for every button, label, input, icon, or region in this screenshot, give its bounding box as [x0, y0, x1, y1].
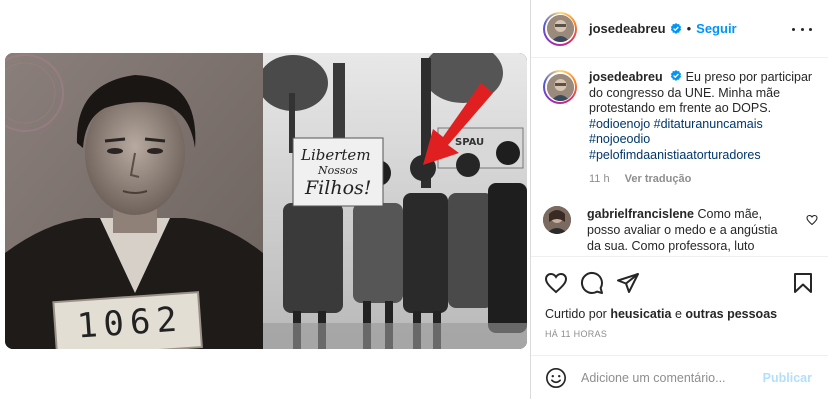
bookmark-icon[interactable] — [791, 271, 815, 295]
follow-button[interactable]: Seguir — [696, 21, 736, 36]
hashtag-link[interactable]: #ditaturanuncamais — [654, 117, 763, 131]
comment-item: gabrielfrancislene Como mãe, posso avali… — [543, 206, 818, 254]
comment-username[interactable]: gabrielfrancislene — [587, 207, 694, 221]
hashtag-link[interactable]: #pelofimdaanistiaatorturadores — [589, 148, 761, 162]
post-username[interactable]: josedeabreu — [589, 21, 666, 36]
likes-connector: e — [674, 307, 682, 321]
likes-prefix: Curtido por — [545, 307, 607, 321]
caption-avatar[interactable] — [543, 70, 577, 104]
emoji-icon[interactable] — [545, 367, 567, 389]
caption-time: 11 h — [589, 173, 610, 185]
protest-photo: Libertem Nossos Filhos! SPAU — [263, 53, 527, 349]
comment-icon[interactable] — [580, 271, 604, 295]
likes-others-link[interactable]: outras pessoas — [685, 307, 777, 321]
comment-form: Publicar — [531, 355, 828, 399]
more-options-icon[interactable] — [792, 20, 812, 38]
post-image[interactable]: 1062 Libertem Nossos Filhos! SPAU — [5, 53, 527, 349]
caption-username[interactable]: josedeabreu — [589, 70, 663, 84]
post-media-area: 1062 Libertem Nossos Filhos! SPAU — [0, 0, 531, 399]
caption: josedeabreu Eu preso por participar do c… — [543, 70, 818, 188]
prisoner-number: 1062 — [75, 299, 185, 347]
paper-plane-icon[interactable] — [616, 271, 640, 295]
avatar[interactable] — [543, 11, 577, 46]
hashtag-link[interactable]: #nojoeodio — [589, 132, 650, 146]
protest-sign-line2: Nossos — [318, 164, 358, 177]
heart-icon[interactable] — [544, 271, 568, 295]
hashtag-link[interactable]: #odioenojo — [589, 117, 650, 131]
protest-banner-text: SPAU — [455, 137, 485, 148]
post-action-bar — [531, 256, 828, 304]
protest-sign-line1: Libertem — [301, 146, 371, 164]
post-timestamp[interactable]: HÁ 11 HORAS — [545, 329, 607, 339]
comment-avatar[interactable] — [543, 206, 571, 234]
dot-separator: • — [686, 21, 692, 36]
verified-badge-icon — [670, 70, 682, 81]
likes-user-link[interactable]: heusicatia — [610, 307, 671, 321]
comment-text-block: gabrielfrancislene Como mãe, posso avali… — [587, 206, 787, 254]
mugshot-photo: 1062 — [5, 53, 263, 349]
verified-badge-icon — [670, 22, 681, 34]
caption-meta: 11 h Ver tradução — [589, 172, 818, 188]
comment-input[interactable] — [581, 370, 751, 385]
post-header: josedeabreu • Seguir — [531, 0, 828, 58]
protest-sign-line3: Filhos! — [305, 177, 372, 199]
see-translation-link[interactable]: Ver tradução — [625, 173, 692, 185]
publish-button[interactable]: Publicar — [763, 371, 812, 385]
post-sidebar: josedeabreu • Seguir josedeabreu Eu pres… — [531, 0, 828, 399]
caption-text-block: josedeabreu Eu preso por participar do c… — [589, 70, 818, 188]
comment-like-heart-icon[interactable] — [806, 214, 818, 226]
likes-summary: Curtido por heusicatia e outras pessoas — [545, 307, 777, 321]
